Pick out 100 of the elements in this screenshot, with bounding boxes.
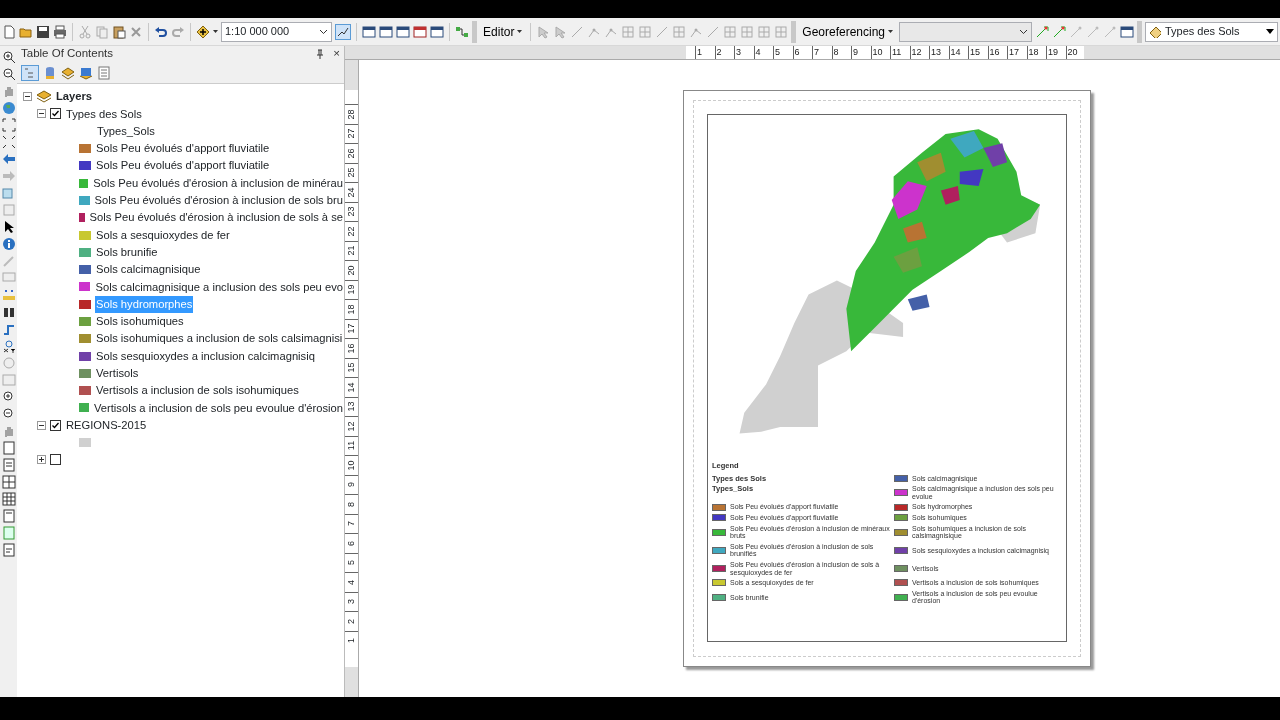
class-label[interactable]: Vertisols a inclusion de sols isohumiques bbox=[95, 382, 300, 400]
window-icon[interactable] bbox=[430, 24, 445, 39]
line-icon[interactable] bbox=[570, 24, 585, 39]
layer-diamond-icon bbox=[1148, 25, 1161, 38]
caret-icon[interactable] bbox=[888, 29, 894, 34]
expand-icon[interactable] bbox=[37, 455, 46, 465]
layers-icon[interactable] bbox=[79, 65, 93, 80]
caret-icon[interactable] bbox=[212, 29, 218, 34]
ruler-number: 11 bbox=[890, 46, 910, 59]
link-point-icon[interactable] bbox=[1069, 24, 1083, 39]
info-icon[interactable] bbox=[1, 237, 16, 251]
ruler-number: 15 bbox=[347, 362, 356, 373]
new-file-icon[interactable] bbox=[2, 24, 16, 39]
grid-icon[interactable] bbox=[1, 475, 16, 489]
class-label[interactable]: Sols a sesquioxydes de fer bbox=[95, 226, 231, 244]
database-icon[interactable] bbox=[43, 65, 57, 80]
class-label[interactable]: Sols Peu évolués d'érosion à inclusion de sols bru bbox=[93, 192, 344, 209]
toolbar-grip[interactable] bbox=[472, 20, 478, 43]
georeferencing-menu[interactable]: Georeferencing bbox=[799, 22, 897, 41]
class-label[interactable]: Sols Peu évolués d'apport fluviatile bbox=[95, 157, 271, 175]
checkbox[interactable] bbox=[50, 108, 61, 120]
xy-icon[interactable] bbox=[1, 339, 16, 353]
class-label[interactable]: Sols isohumiques bbox=[95, 313, 185, 330]
layer-name[interactable]: REGIONS-2015 bbox=[65, 416, 148, 434]
window-icon[interactable] bbox=[396, 24, 411, 39]
scale-combobox[interactable]: 1:10 000 000 bbox=[220, 21, 333, 42]
page-icon[interactable] bbox=[1, 441, 16, 455]
page-icon[interactable] bbox=[1, 526, 16, 540]
globe-icon[interactable] bbox=[1, 101, 16, 115]
list-by-drawing-order-icon[interactable] bbox=[21, 64, 39, 81]
grid-icon[interactable] bbox=[1, 492, 16, 506]
class-label[interactable]: Sols Peu évolués d'érosion à inclusion de sols à se bbox=[88, 209, 344, 227]
page-icon[interactable] bbox=[1, 458, 16, 472]
data-frame-label[interactable]: Layers bbox=[56, 88, 93, 106]
save-icon[interactable] bbox=[36, 24, 50, 39]
ruler-number: 22 bbox=[347, 226, 356, 237]
line-icon[interactable] bbox=[655, 24, 670, 39]
ruler-icon[interactable] bbox=[1, 288, 16, 302]
caret-icon[interactable] bbox=[517, 29, 523, 34]
ruler-number: 16 bbox=[987, 46, 1007, 59]
layer-name[interactable]: Types des Sols bbox=[65, 105, 143, 123]
printer-icon[interactable] bbox=[53, 24, 67, 39]
paste-icon[interactable] bbox=[112, 24, 126, 39]
ruler-number: 21 bbox=[347, 245, 356, 256]
class-label[interactable]: Sols brunifie bbox=[95, 243, 159, 261]
class-label[interactable]: Sols calcimagnisique bbox=[95, 261, 202, 278]
link-point-icon[interactable] bbox=[1052, 24, 1066, 39]
checkbox[interactable] bbox=[50, 419, 61, 431]
ruler-number: 12 bbox=[347, 421, 356, 432]
toolbar-grip[interactable] bbox=[1137, 20, 1142, 43]
route-icon[interactable] bbox=[1, 322, 16, 336]
scissors-icon[interactable] bbox=[78, 24, 92, 39]
window-icon[interactable] bbox=[379, 24, 394, 39]
ruler-number: 17 bbox=[347, 323, 356, 334]
options-icon[interactable] bbox=[97, 65, 111, 80]
measure-icon[interactable] bbox=[335, 23, 352, 40]
binoculars-icon[interactable] bbox=[1, 305, 16, 319]
undo-icon[interactable] bbox=[153, 24, 168, 39]
ruler-number: 8 bbox=[347, 501, 356, 507]
page-icon[interactable] bbox=[1, 543, 16, 557]
class-label[interactable]: Sols calcimagnisique a inclusion des sols peu evo bbox=[94, 278, 344, 296]
ruler-number: 2 bbox=[714, 46, 734, 59]
collapse-icon[interactable] bbox=[37, 420, 46, 430]
editor-menu[interactable]: Editor bbox=[480, 22, 526, 41]
layers-icon[interactable] bbox=[61, 65, 75, 80]
delete-icon[interactable] bbox=[129, 24, 143, 39]
page-icon[interactable] bbox=[1, 509, 16, 523]
link-point-icon[interactable] bbox=[1086, 24, 1100, 39]
layer-select[interactable]: Types des Sols bbox=[1144, 21, 1278, 42]
dropdown-arrow-icon[interactable] bbox=[1265, 28, 1274, 35]
window-icon[interactable] bbox=[413, 24, 428, 39]
zoom-extent-icon[interactable] bbox=[1, 135, 16, 149]
back-arrow-icon[interactable] bbox=[1, 152, 16, 166]
line-icon[interactable] bbox=[706, 24, 721, 39]
ruler-number: 2 bbox=[347, 618, 356, 624]
class-label[interactable]: Sols isohumiques a inclusion de sols calsimagnisi bbox=[95, 330, 344, 348]
checkbox[interactable] bbox=[50, 454, 61, 466]
ruler-number: 6 bbox=[792, 46, 812, 59]
class-label[interactable]: Sols Peu évolués d'apport fluviatile bbox=[95, 140, 271, 157]
class-label[interactable]: Vertisols bbox=[95, 365, 140, 382]
select-icon[interactable] bbox=[1, 186, 16, 200]
window-icon[interactable] bbox=[362, 24, 377, 39]
ruler-number: 16 bbox=[347, 343, 356, 354]
class-label[interactable]: Vertisols a inclusion de sols peu evoulue d'érosion bbox=[92, 399, 344, 417]
toolbar-grip[interactable] bbox=[791, 20, 797, 43]
window-icon[interactable] bbox=[1120, 24, 1134, 39]
ruler-number: 8 bbox=[831, 46, 851, 59]
link-point-icon[interactable] bbox=[1035, 24, 1049, 39]
ruler-number: 15 bbox=[968, 46, 988, 59]
ruler-number: 4 bbox=[753, 46, 773, 59]
close-button[interactable]: × bbox=[333, 45, 340, 63]
time-slider-icon[interactable] bbox=[1, 356, 16, 370]
class-label[interactable]: Sols sesquioxydes a inclusion calcimagnisiq bbox=[95, 347, 316, 365]
add-data-icon[interactable] bbox=[195, 24, 210, 39]
collapse-icon[interactable] bbox=[37, 109, 46, 119]
connector-icon[interactable] bbox=[455, 24, 470, 39]
class-label[interactable]: Sols Peu évolués d'érosion à inclusion de minérau bbox=[92, 174, 344, 192]
pin-icon[interactable] bbox=[315, 49, 326, 59]
collapse-icon[interactable] bbox=[23, 92, 32, 102]
layer-name: Types des Sols bbox=[1164, 24, 1240, 40]
